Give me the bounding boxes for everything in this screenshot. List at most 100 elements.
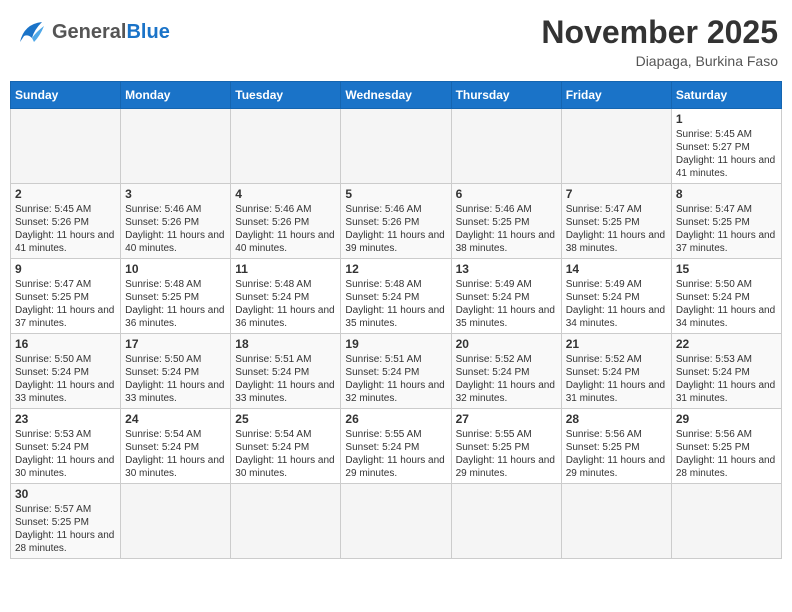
table-row: 20Sunrise: 5:52 AM Sunset: 5:24 PM Dayli…: [451, 334, 561, 409]
table-row: [121, 484, 231, 559]
table-row: 11 Sunrise: 5:48 AM Sunset: 5:24 PM Dayli…: [231, 259, 341, 334]
table-row: 23 Sunrise: 5:53 AM Sunset: 5:24 PM Dayli…: [11, 409, 121, 484]
day-number: 4: [235, 187, 336, 201]
table-row: 30Sunrise: 5:57 AM Sunset: 5:25 PM Dayli…: [11, 484, 121, 559]
table-row: 16Sunrise: 5:50 AM Sunset: 5:24 PM Dayli…: [11, 334, 121, 409]
day-info: Sunrise: 5:54 AM Sunset: 5:24 PM Dayligh…: [125, 428, 226, 480]
day-number: 23: [15, 412, 116, 426]
day-number: 16: [15, 337, 116, 351]
day-number: 13: [456, 262, 557, 276]
header-tuesday: Tuesday: [231, 82, 341, 109]
calendar-header: Sunday Monday Tuesday Wednesday Thursday…: [11, 82, 782, 109]
table-row: 6Sunrise: 5:46 AM Sunset: 5:25 PM Daylig…: [451, 184, 561, 259]
table-row: [231, 484, 341, 559]
day-info: Sunrise: 5:55 AM Sunset: 5:25 PM Dayligh…: [456, 428, 557, 480]
day-info: Sunrise: 5:53 AM Sunset: 5:24 PM Dayligh…: [676, 353, 777, 405]
header: GeneralBlue November 2025 Diapaga, Burki…: [10, 10, 782, 73]
logo-wrapper: GeneralBlue: [14, 14, 170, 50]
day-number: 9: [15, 262, 116, 276]
table-row: 21 Sunrise: 5:52 AM Sunset: 5:24 PM Dayli…: [561, 334, 671, 409]
table-row: 3Sunrise: 5:46 AM Sunset: 5:26 PM Daylig…: [121, 184, 231, 259]
location-subtitle: Diapaga, Burkina Faso: [541, 53, 778, 69]
day-info: Sunrise: 5:54 AM Sunset: 5:24 PM Dayligh…: [235, 428, 336, 480]
page: GeneralBlue November 2025 Diapaga, Burki…: [0, 0, 792, 569]
day-number: 22: [676, 337, 777, 351]
weekday-header-row: Sunday Monday Tuesday Wednesday Thursday…: [11, 82, 782, 109]
table-row: 12 Sunrise: 5:48 AM Sunset: 5:24 PM Dayli…: [341, 259, 451, 334]
day-number: 14: [566, 262, 667, 276]
calendar-table: Sunday Monday Tuesday Wednesday Thursday…: [10, 81, 782, 559]
table-row: [341, 109, 451, 184]
table-row: [341, 484, 451, 559]
table-row: [451, 109, 561, 184]
day-info: Sunrise: 5:47 AM Sunset: 5:25 PM Dayligh…: [676, 203, 777, 255]
table-row: 4 Sunrise: 5:46 AM Sunset: 5:26 PM Daylig…: [231, 184, 341, 259]
table-row: 19 Sunrise: 5:51 AM Sunset: 5:24 PM Dayli…: [341, 334, 451, 409]
calendar-week-row: 1 Sunrise: 5:45 AM Sunset: 5:27 PM Daylig…: [11, 109, 782, 184]
table-row: [11, 109, 121, 184]
day-info: Sunrise: 5:48 AM Sunset: 5:24 PM Dayligh…: [235, 278, 336, 330]
table-row: 26Sunrise: 5:55 AM Sunset: 5:24 PM Dayli…: [341, 409, 451, 484]
table-row: 27Sunrise: 5:55 AM Sunset: 5:25 PM Dayli…: [451, 409, 561, 484]
table-row: [121, 109, 231, 184]
header-wednesday: Wednesday: [341, 82, 451, 109]
day-number: 1: [676, 112, 777, 126]
day-info: Sunrise: 5:46 AM Sunset: 5:26 PM Dayligh…: [125, 203, 226, 255]
header-saturday: Saturday: [671, 82, 781, 109]
table-row: 17Sunrise: 5:50 AM Sunset: 5:24 PM Dayli…: [121, 334, 231, 409]
day-info: Sunrise: 5:50 AM Sunset: 5:24 PM Dayligh…: [676, 278, 777, 330]
table-row: 29 Sunrise: 5:56 AM Sunset: 5:25 PM Dayli…: [671, 409, 781, 484]
day-info: Sunrise: 5:56 AM Sunset: 5:25 PM Dayligh…: [566, 428, 667, 480]
day-info: Sunrise: 5:46 AM Sunset: 5:26 PM Dayligh…: [235, 203, 336, 255]
day-number: 7: [566, 187, 667, 201]
day-number: 20: [456, 337, 557, 351]
day-number: 8: [676, 187, 777, 201]
table-row: 13 Sunrise: 5:49 AM Sunset: 5:24 PM Dayli…: [451, 259, 561, 334]
logo-general: General: [52, 21, 126, 43]
day-number: 21: [566, 337, 667, 351]
day-number: 5: [345, 187, 446, 201]
day-number: 25: [235, 412, 336, 426]
day-number: 24: [125, 412, 226, 426]
day-info: Sunrise: 5:51 AM Sunset: 5:24 PM Dayligh…: [345, 353, 446, 405]
day-info: Sunrise: 5:55 AM Sunset: 5:24 PM Dayligh…: [345, 428, 446, 480]
day-number: 12: [345, 262, 446, 276]
day-number: 15: [676, 262, 777, 276]
day-number: 29: [676, 412, 777, 426]
day-info: Sunrise: 5:48 AM Sunset: 5:25 PM Dayligh…: [125, 278, 226, 330]
table-row: [671, 484, 781, 559]
day-info: Sunrise: 5:47 AM Sunset: 5:25 PM Dayligh…: [15, 278, 116, 330]
day-number: 11: [235, 262, 336, 276]
table-row: 18 Sunrise: 5:51 AM Sunset: 5:24 PM Dayli…: [231, 334, 341, 409]
calendar-week-row: 16Sunrise: 5:50 AM Sunset: 5:24 PM Dayli…: [11, 334, 782, 409]
table-row: 28 Sunrise: 5:56 AM Sunset: 5:25 PM Dayli…: [561, 409, 671, 484]
day-number: 19: [345, 337, 446, 351]
table-row: 22 Sunrise: 5:53 AM Sunset: 5:24 PM Dayli…: [671, 334, 781, 409]
day-number: 18: [235, 337, 336, 351]
day-number: 10: [125, 262, 226, 276]
day-info: Sunrise: 5:56 AM Sunset: 5:25 PM Dayligh…: [676, 428, 777, 480]
table-row: 9 Sunrise: 5:47 AM Sunset: 5:25 PM Daylig…: [11, 259, 121, 334]
day-info: Sunrise: 5:46 AM Sunset: 5:25 PM Dayligh…: [456, 203, 557, 255]
day-info: Sunrise: 5:53 AM Sunset: 5:24 PM Dayligh…: [15, 428, 116, 480]
day-info: Sunrise: 5:49 AM Sunset: 5:24 PM Dayligh…: [456, 278, 557, 330]
table-row: 25 Sunrise: 5:54 AM Sunset: 5:24 PM Dayli…: [231, 409, 341, 484]
calendar-body: 1 Sunrise: 5:45 AM Sunset: 5:27 PM Daylig…: [11, 109, 782, 559]
day-number: 30: [15, 487, 116, 501]
day-info: Sunrise: 5:46 AM Sunset: 5:26 PM Dayligh…: [345, 203, 446, 255]
month-title: November 2025: [541, 14, 778, 51]
table-row: 14Sunrise: 5:49 AM Sunset: 5:24 PM Dayli…: [561, 259, 671, 334]
day-info: Sunrise: 5:48 AM Sunset: 5:24 PM Dayligh…: [345, 278, 446, 330]
table-row: 15 Sunrise: 5:50 AM Sunset: 5:24 PM Dayli…: [671, 259, 781, 334]
table-row: [561, 484, 671, 559]
day-number: 2: [15, 187, 116, 201]
calendar-week-row: 9 Sunrise: 5:47 AM Sunset: 5:25 PM Daylig…: [11, 259, 782, 334]
header-sunday: Sunday: [11, 82, 121, 109]
calendar-week-row: 2 Sunrise: 5:45 AM Sunset: 5:26 PM Daylig…: [11, 184, 782, 259]
day-number: 28: [566, 412, 667, 426]
day-info: Sunrise: 5:45 AM Sunset: 5:27 PM Dayligh…: [676, 128, 777, 180]
day-info: Sunrise: 5:52 AM Sunset: 5:24 PM Dayligh…: [566, 353, 667, 405]
day-info: Sunrise: 5:45 AM Sunset: 5:26 PM Dayligh…: [15, 203, 116, 255]
day-info: Sunrise: 5:51 AM Sunset: 5:24 PM Dayligh…: [235, 353, 336, 405]
table-row: 7Sunrise: 5:47 AM Sunset: 5:25 PM Daylig…: [561, 184, 671, 259]
